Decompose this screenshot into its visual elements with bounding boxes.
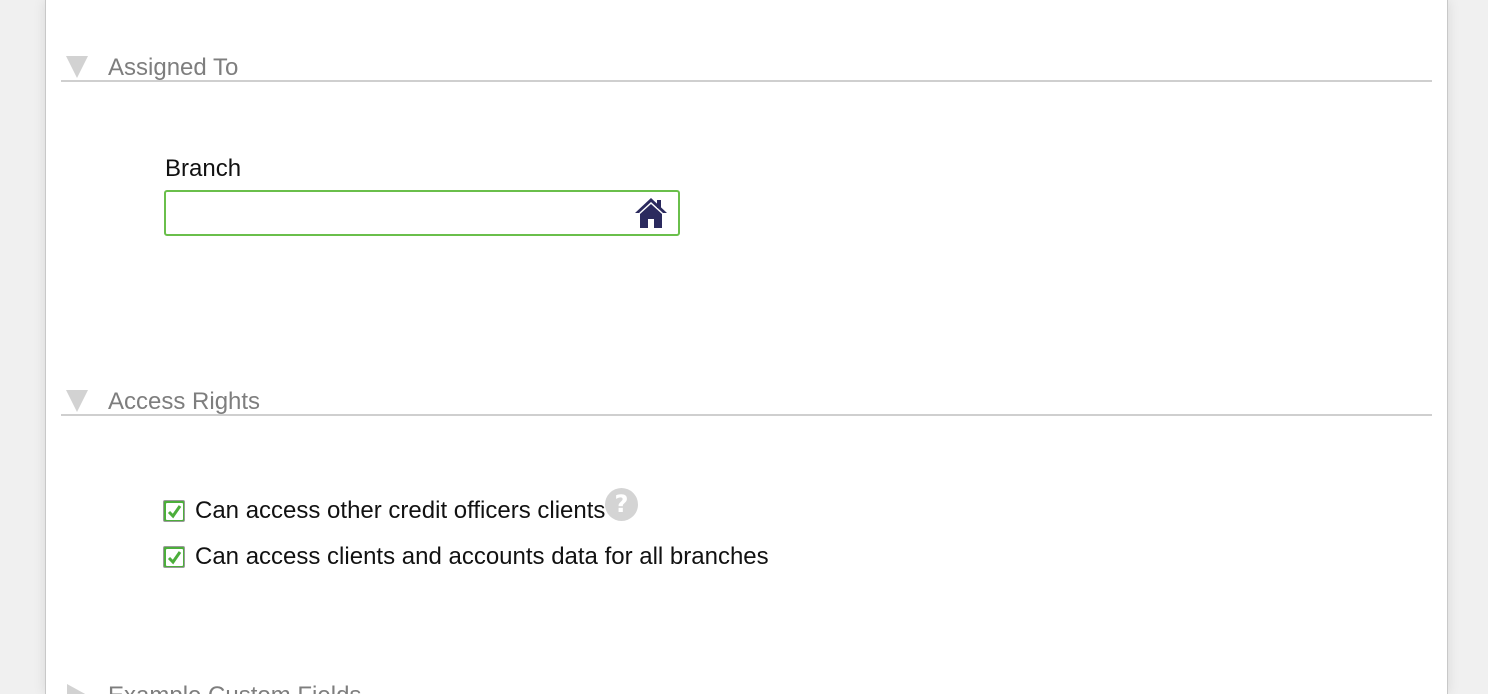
expand-triangle-icon[interactable] <box>67 684 87 694</box>
help-icon[interactable]: ? <box>605 488 638 521</box>
form-panel: Assigned To Branch Access Rights Can acc… <box>45 0 1448 694</box>
collapse-triangle-icon[interactable] <box>66 390 88 412</box>
section-header-custom-fields[interactable]: Example Custom Fields <box>61 672 1432 694</box>
option-label: Can access other credit officers clients <box>195 497 606 524</box>
branch-input[interactable] <box>172 196 626 230</box>
section-title: Access Rights <box>108 388 261 415</box>
checkmark-icon <box>166 503 183 520</box>
collapse-triangle-icon[interactable] <box>66 56 88 78</box>
checkmark-icon <box>166 549 183 566</box>
option-label: Can access clients and accounts data for… <box>195 543 769 570</box>
section-title: Example Custom Fields <box>108 682 361 694</box>
branch-field[interactable] <box>164 190 680 236</box>
branch-label: Branch <box>165 155 242 182</box>
section-title: Assigned To <box>108 54 239 81</box>
section-header-access-rights[interactable]: Access Rights <box>61 378 1432 416</box>
checkbox-all-branches[interactable] <box>163 546 185 568</box>
section-header-assigned-to[interactable]: Assigned To <box>61 44 1432 82</box>
checkbox-other-officers[interactable] <box>163 500 185 522</box>
home-icon[interactable] <box>634 196 668 230</box>
